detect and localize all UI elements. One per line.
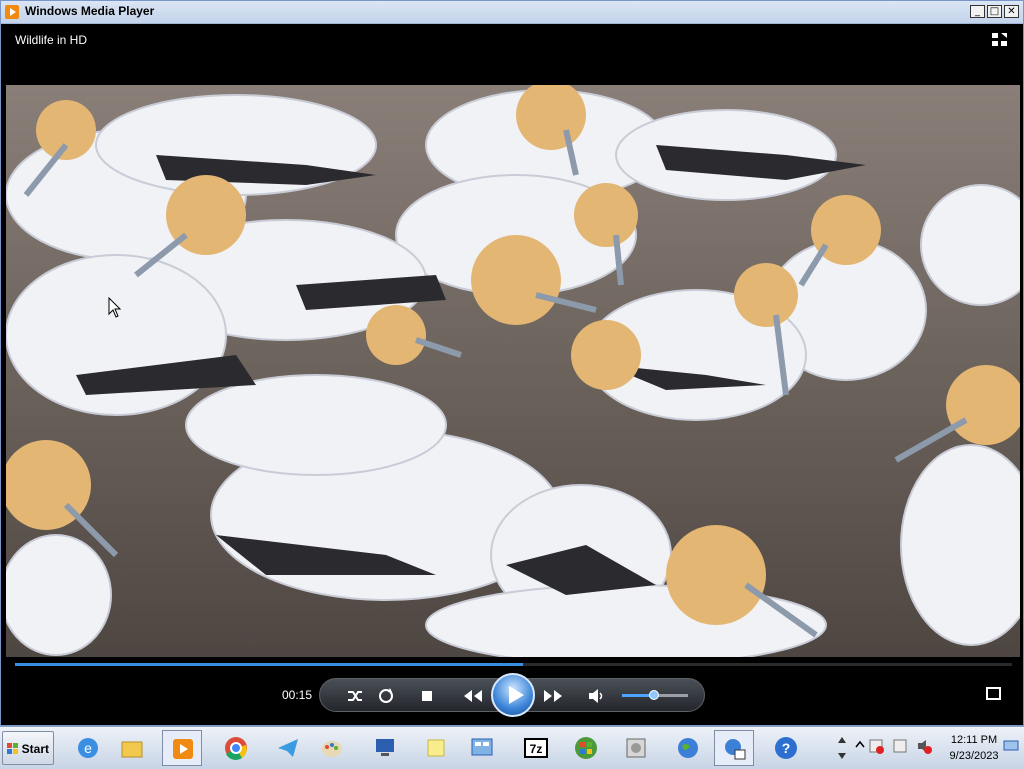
network-settings-icon xyxy=(725,739,746,760)
taskbar-explorer[interactable] xyxy=(112,730,152,766)
control-panel-icon xyxy=(471,738,493,756)
help-icon: ? xyxy=(775,737,797,759)
chrome-icon xyxy=(225,737,247,760)
svg-text:?: ? xyxy=(782,740,791,756)
ie-icon: e xyxy=(78,738,98,758)
switch-to-library-icon[interactable] xyxy=(991,31,1009,49)
windows-logo-icon xyxy=(7,743,18,754)
seek-bar[interactable] xyxy=(15,663,1012,666)
taskbar-scroll-icon[interactable] xyxy=(835,731,849,765)
media-player-window: Windows Media Player _ □ ✕ Wildlife in H… xyxy=(0,0,1024,726)
telegram-icon xyxy=(278,739,298,757)
window-title: Windows Media Player xyxy=(25,4,155,18)
network-globe-icon xyxy=(678,738,698,758)
taskbar-network-settings[interactable] xyxy=(714,730,754,766)
elapsed-time: 00:15 xyxy=(282,688,313,702)
fullscreen-icon[interactable] xyxy=(986,687,1001,700)
clock[interactable]: 12:11 PM 9/23/2023 xyxy=(944,732,1004,764)
close-button[interactable]: ✕ xyxy=(1004,5,1019,18)
title-bar[interactable]: Windows Media Player _ □ ✕ xyxy=(1,1,1023,24)
taskbar-windows-update[interactable] xyxy=(566,730,606,766)
minimize-button[interactable]: _ xyxy=(970,5,985,18)
folder-icon xyxy=(121,741,143,758)
play-button[interactable] xyxy=(491,673,535,717)
seek-bar-progress xyxy=(15,663,524,666)
network-tray-icon xyxy=(893,739,907,753)
show-hidden-icons-icon xyxy=(855,740,865,748)
taskbar-ie[interactable]: e xyxy=(68,730,108,766)
stop-icon[interactable] xyxy=(417,686,437,706)
mouse-cursor-icon xyxy=(108,297,122,318)
notification-tray xyxy=(855,739,932,754)
taskbar-help[interactable]: ? xyxy=(766,730,806,766)
next-icon[interactable] xyxy=(542,686,566,706)
video-frame xyxy=(6,85,1020,657)
shuffle-icon[interactable] xyxy=(345,686,365,706)
media-title: Wildlife in HD xyxy=(15,33,88,47)
taskbar-notes[interactable] xyxy=(416,730,456,766)
video-area[interactable] xyxy=(6,85,1020,657)
window-controls: _ □ ✕ xyxy=(970,5,1019,18)
7zip-icon: 7z xyxy=(524,738,548,758)
taskbar-remote-desktop[interactable] xyxy=(366,730,406,766)
disk-icon xyxy=(626,738,646,758)
windows-flag-icon xyxy=(575,737,597,759)
show-desktop-icon[interactable] xyxy=(1003,740,1019,752)
media-player-icon xyxy=(5,5,19,19)
taskbar-telegram[interactable] xyxy=(268,730,308,766)
taskbar-disk[interactable] xyxy=(616,730,656,766)
taskbar: Start e 7z ? 12:11 PM 9/23/2023 xyxy=(0,726,1024,769)
clock-time: 12:11 PM xyxy=(950,734,998,746)
media-player-icon xyxy=(173,739,193,759)
taskbar-control-panel[interactable] xyxy=(462,730,502,766)
start-label: Start xyxy=(21,742,49,756)
taskbar-paint[interactable] xyxy=(312,730,352,766)
volume-icon[interactable] xyxy=(586,686,606,706)
remote-desktop-icon xyxy=(376,739,394,756)
maximize-button[interactable]: □ xyxy=(987,5,1002,18)
svg-text:7z: 7z xyxy=(530,742,543,756)
playback-controls xyxy=(319,673,705,717)
taskbar-network[interactable] xyxy=(668,730,708,766)
taskbar-chrome[interactable] xyxy=(216,730,256,766)
volume-slider-thumb[interactable] xyxy=(649,690,659,700)
paint-icon xyxy=(322,741,342,757)
notes-icon xyxy=(427,739,445,757)
taskbar-7zip[interactable]: 7z xyxy=(516,730,556,766)
previous-icon[interactable] xyxy=(460,686,484,706)
taskbar-media-player[interactable] xyxy=(162,730,202,766)
repeat-icon[interactable] xyxy=(376,686,396,706)
start-button[interactable]: Start xyxy=(2,731,54,765)
svg-text:e: e xyxy=(84,740,92,756)
clock-date: 9/23/2023 xyxy=(949,750,999,762)
